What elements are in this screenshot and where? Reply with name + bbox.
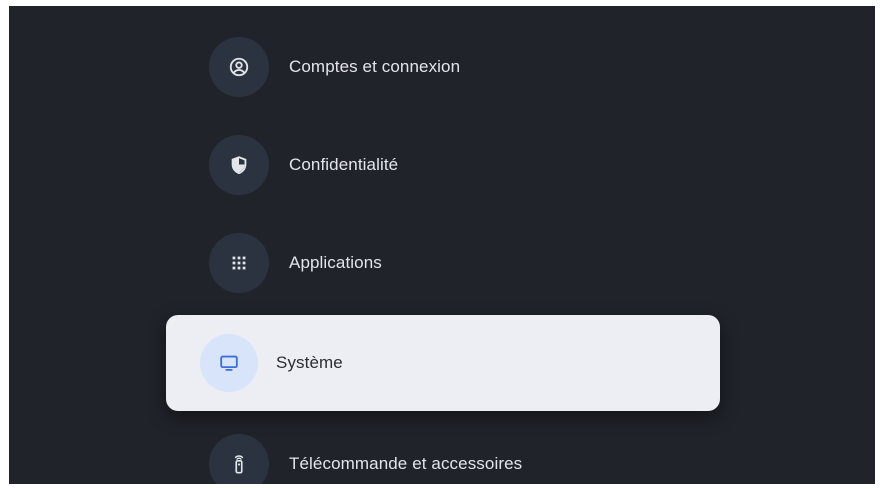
settings-screen: Comptes et connexion Confidentialité App… bbox=[9, 6, 875, 484]
remote-control-icon bbox=[209, 434, 269, 484]
account-circle-icon bbox=[209, 37, 269, 97]
tv-monitor-icon bbox=[200, 334, 258, 392]
settings-item-remote[interactable]: Télécommande et accessoires bbox=[209, 430, 709, 484]
settings-item-privacy[interactable]: Confidentialité bbox=[209, 131, 709, 199]
settings-item-label: Système bbox=[276, 353, 343, 372]
settings-item-label: Télécommande et accessoires bbox=[289, 454, 523, 473]
settings-item-label: Applications bbox=[289, 253, 382, 272]
settings-item-label: Comptes et connexion bbox=[289, 57, 461, 76]
settings-item-accounts[interactable]: Comptes et connexion bbox=[209, 33, 709, 101]
settings-item-apps[interactable]: Applications bbox=[209, 229, 709, 297]
settings-item-label: Confidentialité bbox=[289, 155, 399, 174]
shield-icon bbox=[209, 135, 269, 195]
apps-grid-icon bbox=[209, 233, 269, 293]
settings-item-system[interactable]: Système bbox=[166, 315, 720, 411]
